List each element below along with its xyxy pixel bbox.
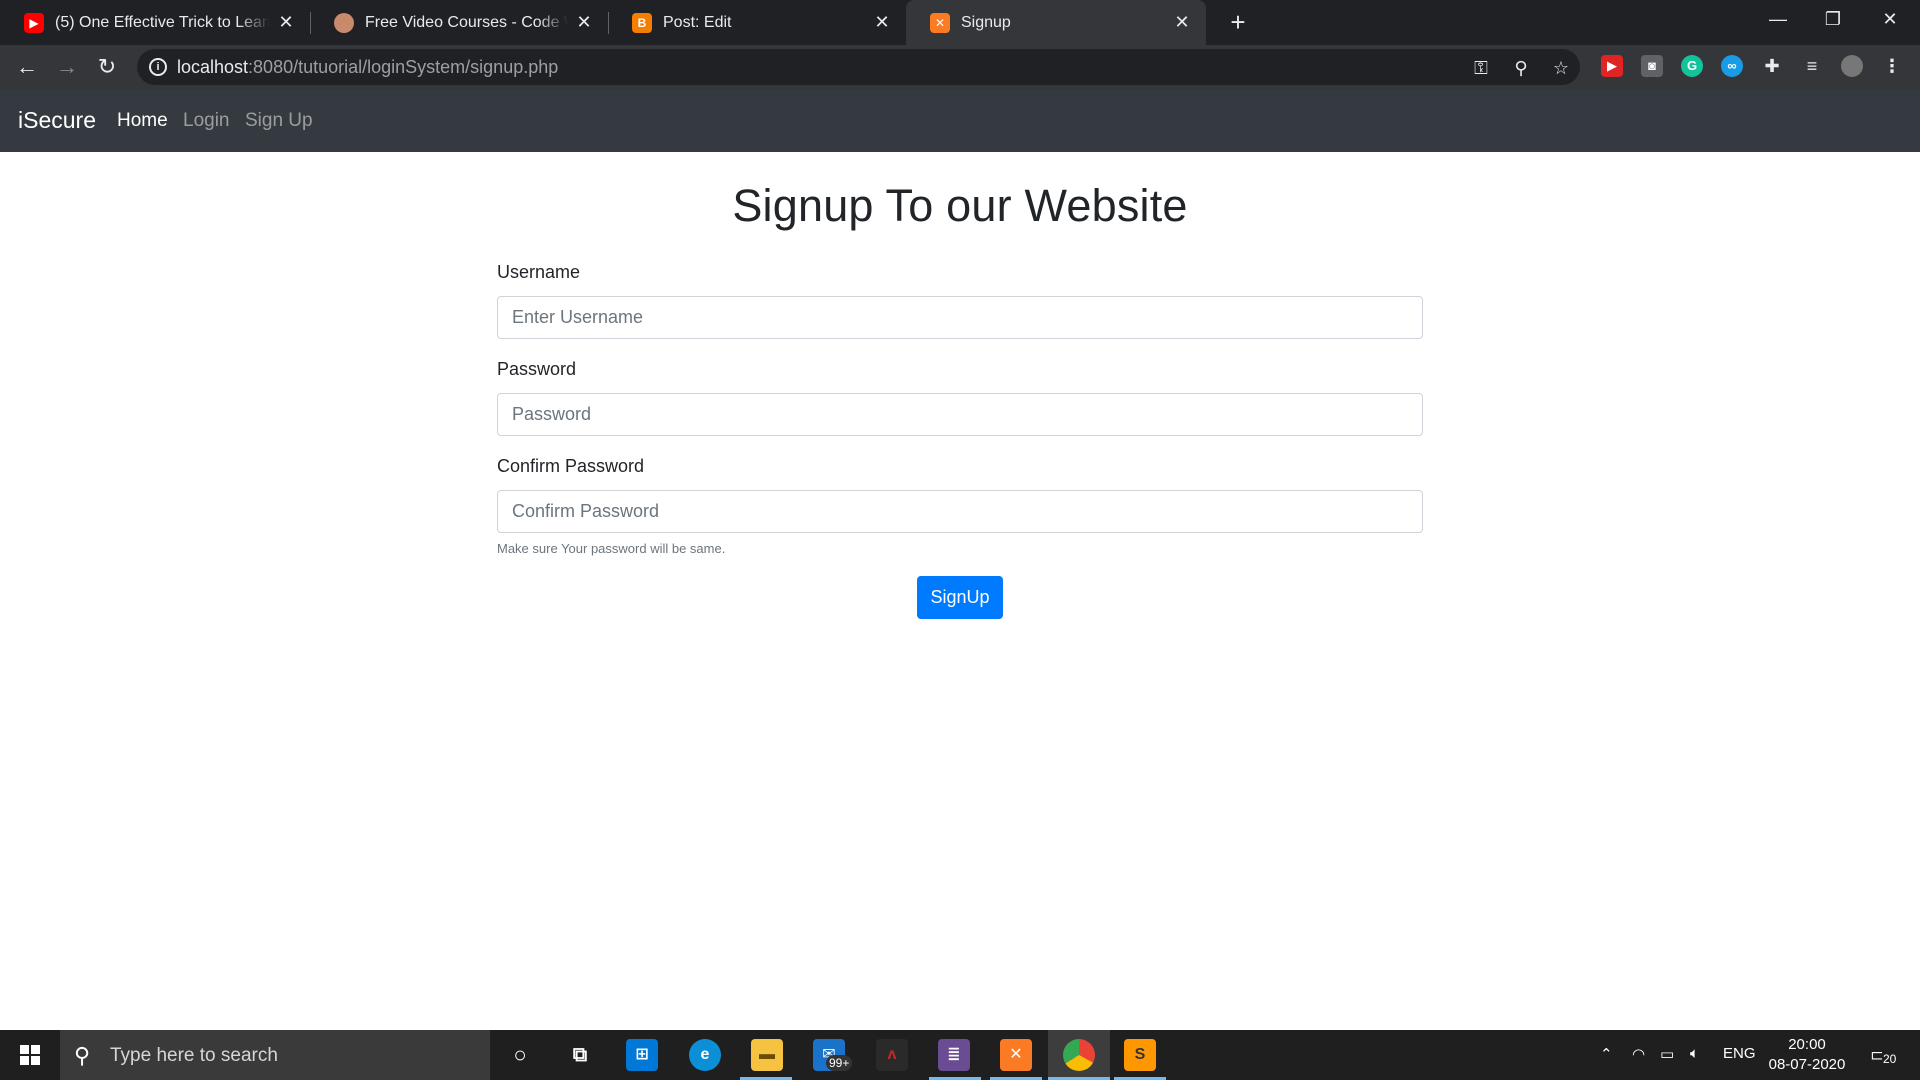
chrome-icon[interactable] — [1063, 1039, 1095, 1071]
close-window-button[interactable]: ✕ — [1865, 0, 1915, 40]
close-icon[interactable]: ✕ — [1172, 12, 1192, 33]
zoom-icon[interactable]: ⚲ — [1510, 57, 1532, 79]
site-navbar: iSecure Home Login Sign Up — [0, 90, 1920, 152]
system-clock[interactable]: 20:00 08-07-2020 — [1762, 1035, 1852, 1075]
password-label: Password — [497, 359, 577, 379]
browser-tab-codewithharry[interactable]: Free Video Courses - Code With Harry ✕ — [310, 0, 608, 45]
camera-extension-icon[interactable]: ◙ — [1641, 55, 1663, 77]
winrar-icon[interactable]: ≣ — [938, 1039, 970, 1071]
restore-button[interactable]: ❐ — [1808, 0, 1858, 40]
profile-avatar-icon[interactable] — [1841, 55, 1863, 77]
tab-title: (5) One Effective Trick to Learn Coding — [55, 13, 270, 31]
bookmark-star-icon[interactable]: ☆ — [1550, 57, 1572, 79]
sublime-text-icon[interactable]: S — [1124, 1039, 1156, 1071]
confirm-password-input[interactable] — [497, 490, 1423, 533]
username-input[interactable] — [497, 296, 1423, 339]
forward-button[interactable]: → — [51, 51, 83, 83]
address-bar[interactable]: i localhost:8080/tutuorial/loginSystem/s… — [137, 49, 1580, 85]
taskbar-search-placeholder: Type here to search — [110, 1045, 278, 1066]
blogger-icon: B — [632, 12, 652, 33]
volume-icon[interactable]: 🔈︎ — [1690, 1045, 1699, 1062]
url-text[interactable]: localhost:8080/tutuorial/loginSystem/sig… — [177, 57, 558, 78]
windows-logo-icon — [20, 1045, 40, 1065]
file-explorer-icon[interactable]: ▬ — [751, 1039, 783, 1071]
reload-button[interactable]: ↻ — [91, 51, 123, 83]
taskbar-search-box[interactable]: ⚲ Type here to search — [60, 1030, 490, 1080]
password-help-text: Make sure Your password will be same. — [497, 541, 726, 556]
tab-title: Free Video Courses - Code With Harry — [365, 13, 568, 31]
media-queue-icon[interactable]: ≡ — [1801, 55, 1823, 77]
site-info-icon[interactable]: i — [149, 58, 167, 76]
browser-tab-post-edit[interactable]: B Post: Edit ✕ — [608, 0, 906, 45]
task-view-icon[interactable]: ⧉ — [564, 1039, 596, 1071]
notification-count: 20 — [1882, 1052, 1898, 1066]
browser-toolbar: ← → ↻ i localhost:8080/tutuorial/loginSy… — [0, 45, 1920, 90]
youtube-icon: ▶ — [24, 12, 44, 33]
tab-title: Post: Edit — [663, 13, 732, 31]
close-icon[interactable]: ✕ — [872, 12, 892, 33]
xampp-taskbar-icon[interactable]: ✕ — [1000, 1039, 1032, 1071]
password-input[interactable] — [497, 393, 1423, 436]
wifi-icon[interactable]: ◠ — [1632, 1045, 1645, 1063]
close-icon[interactable]: ✕ — [574, 12, 594, 33]
infinity-extension-icon[interactable]: ∞ — [1721, 55, 1743, 77]
clock-time: 20:00 — [1788, 1036, 1826, 1053]
tab-title: Signup — [961, 13, 1011, 31]
url-path: :8080/tutuorial/loginSystem/signup.php — [248, 57, 559, 77]
browser-tab-signup[interactable]: ✕ Signup ✕ — [906, 0, 1206, 45]
language-indicator[interactable]: ENG — [1723, 1045, 1756, 1062]
grammarly-icon[interactable]: G — [1681, 55, 1703, 77]
username-label: Username — [497, 262, 581, 282]
search-icon: ⚲ — [74, 1043, 91, 1068]
windows-taskbar: ⚲ Type here to search ○ ⧉ ⊞ e ▬ ✉ 99+ ᴧ … — [0, 1030, 1920, 1080]
url-host: localhost — [177, 57, 249, 77]
battery-icon[interactable]: ▭ — [1660, 1045, 1674, 1063]
nav-signup[interactable]: Sign Up — [245, 110, 313, 132]
nav-home[interactable]: Home — [117, 110, 168, 132]
extension-red-icon[interactable]: ▶ — [1601, 55, 1623, 77]
extensions-puzzle-icon[interactable]: ✚ — [1761, 55, 1783, 77]
store-icon[interactable]: ⊞ — [626, 1039, 658, 1071]
clock-date: 08-07-2020 — [1768, 1056, 1846, 1073]
xampp-icon: ✕ — [930, 12, 950, 33]
more-menu-icon[interactable]: ⋮ — [1881, 55, 1903, 77]
key-icon[interactable]: ⚿ — [1470, 57, 1492, 79]
show-hidden-icons-icon[interactable]: ⌃ — [1600, 1045, 1613, 1063]
browser-tab-youtube[interactable]: ▶ (5) One Effective Trick to Learn Codin… — [0, 0, 310, 45]
mail-badge: 99+ — [826, 1055, 853, 1071]
signup-button[interactable]: SignUp — [917, 576, 1003, 619]
action-center-button[interactable]: ▭ 20 — [1870, 1042, 1898, 1068]
new-tab-button[interactable]: + — [1222, 7, 1254, 39]
back-button[interactable]: ← — [11, 51, 43, 83]
edge-icon[interactable]: e — [689, 1039, 721, 1071]
confirm-password-label: Confirm Password — [497, 456, 645, 476]
nav-login[interactable]: Login — [183, 110, 230, 132]
brand-logo[interactable]: iSecure — [18, 107, 96, 134]
start-button[interactable] — [0, 1030, 60, 1080]
cortana-icon[interactable]: ○ — [504, 1039, 536, 1071]
minimize-button[interactable]: — — [1753, 0, 1803, 40]
page-title: Signup To our Website — [732, 180, 1188, 231]
browser-tab-strip: ▶ (5) One Effective Trick to Learn Codin… — [0, 0, 1920, 45]
predator-sense-icon[interactable]: ᴧ — [876, 1039, 908, 1071]
close-icon[interactable]: ✕ — [276, 12, 296, 33]
avatar-icon — [334, 12, 354, 33]
